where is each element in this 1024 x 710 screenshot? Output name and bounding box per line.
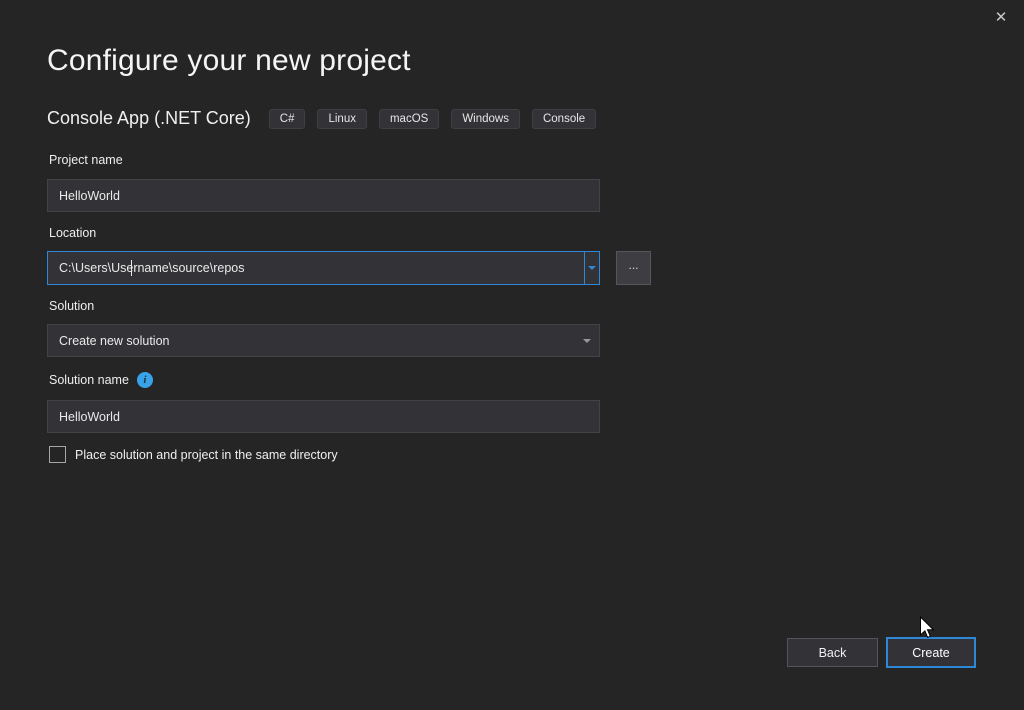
project-name-value: HelloWorld [59, 189, 120, 203]
chevron-down-icon [588, 266, 596, 270]
back-button[interactable]: Back [787, 638, 878, 667]
same-directory-option[interactable]: Place solution and project in the same d… [49, 446, 338, 463]
location-combobox[interactable]: C:\Users\Username\source\repos [47, 251, 600, 285]
tag-project-type: Console [532, 109, 596, 129]
same-directory-label: Place solution and project in the same d… [75, 448, 338, 462]
close-icon[interactable]: ✕ [990, 6, 1012, 28]
location-value: C:\Users\Username\source\repos [59, 261, 244, 275]
solution-select[interactable]: Create new solution [47, 324, 600, 357]
project-name-input[interactable]: HelloWorld [47, 179, 600, 212]
template-info-row: Console App (.NET Core) C# Linux macOS W… [47, 108, 608, 129]
solution-name-label-row: Solution name i [49, 372, 153, 388]
solution-selected-value: Create new solution [59, 334, 169, 348]
text-caret [131, 260, 132, 276]
mouse-cursor-icon [919, 616, 935, 640]
project-name-label: Project name [49, 153, 123, 167]
chevron-down-icon [583, 339, 591, 343]
tag-language: C# [269, 109, 306, 129]
page-title: Configure your new project [47, 44, 411, 78]
tag-platform-macos: macOS [379, 109, 439, 129]
location-label: Location [49, 226, 96, 240]
solution-label: Solution [49, 299, 94, 313]
tag-platform-linux: Linux [317, 109, 367, 129]
solution-name-input[interactable]: HelloWorld [47, 400, 600, 433]
create-button[interactable]: Create [886, 637, 976, 668]
solution-name-value: HelloWorld [59, 410, 120, 424]
location-input[interactable]: C:\Users\Username\source\repos [48, 252, 584, 284]
configure-project-dialog: ✕ Configure your new project Console App… [0, 0, 1024, 710]
same-directory-checkbox[interactable] [49, 446, 66, 463]
solution-name-label: Solution name [49, 373, 129, 387]
template-name: Console App (.NET Core) [47, 108, 251, 129]
tag-platform-windows: Windows [451, 109, 520, 129]
location-dropdown-button[interactable] [584, 252, 599, 284]
browse-button[interactable]: ... [616, 251, 651, 285]
info-icon[interactable]: i [137, 372, 153, 388]
